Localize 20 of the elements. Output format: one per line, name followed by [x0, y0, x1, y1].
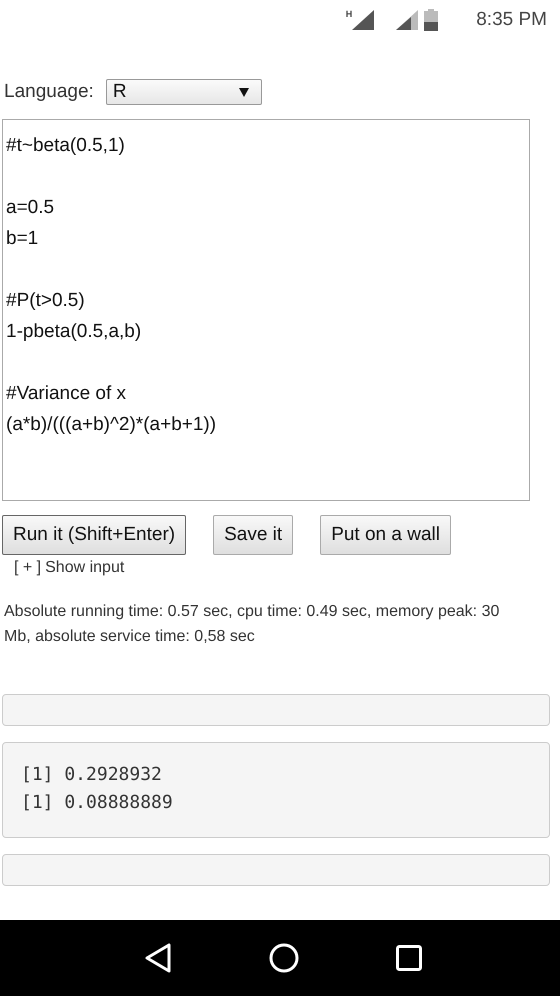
- code-editor[interactable]: #t~beta(0.5,1) a=0.5 b=1 #P(t>0.5) 1-pbeta(0.5,a,b) #Variance of x (a*b)/(((a+b)^2)*(a+b+1)): [2, 119, 530, 501]
- output-line: [1] 0.08888889: [21, 791, 174, 815]
- action-button[interactable]: Save it: [213, 515, 294, 555]
- back-icon[interactable]: [144, 943, 172, 973]
- signal-icon: [352, 10, 374, 30]
- home-icon[interactable]: [268, 943, 298, 973]
- run-statistics: Absolute running time: 0.57 sec, cpu time: 0.49 sec, memory peak: 30 Mb, absolute service time: 0,58 sec: [4, 602, 500, 647]
- signal-icon: [396, 10, 418, 30]
- expand-toggle[interactable]: [ + ]: [14, 559, 42, 577]
- action-button[interactable]: Put on a wall: [320, 515, 451, 555]
- network-type-label: H: [346, 9, 352, 19]
- language-select[interactable]: R: [106, 79, 262, 105]
- show-input-link[interactable]: Show input: [45, 559, 124, 577]
- recents-icon[interactable]: [396, 945, 422, 971]
- output-line: [1] 0.2928932: [21, 763, 163, 787]
- dropdown-arrow-icon: [238, 88, 249, 96]
- clock-time: 8:35 PM: [476, 9, 547, 31]
- language-label: Language:: [4, 81, 94, 103]
- action-button[interactable]: Run it (Shift+Enter): [2, 515, 186, 555]
- battery-icon: [424, 9, 438, 31]
